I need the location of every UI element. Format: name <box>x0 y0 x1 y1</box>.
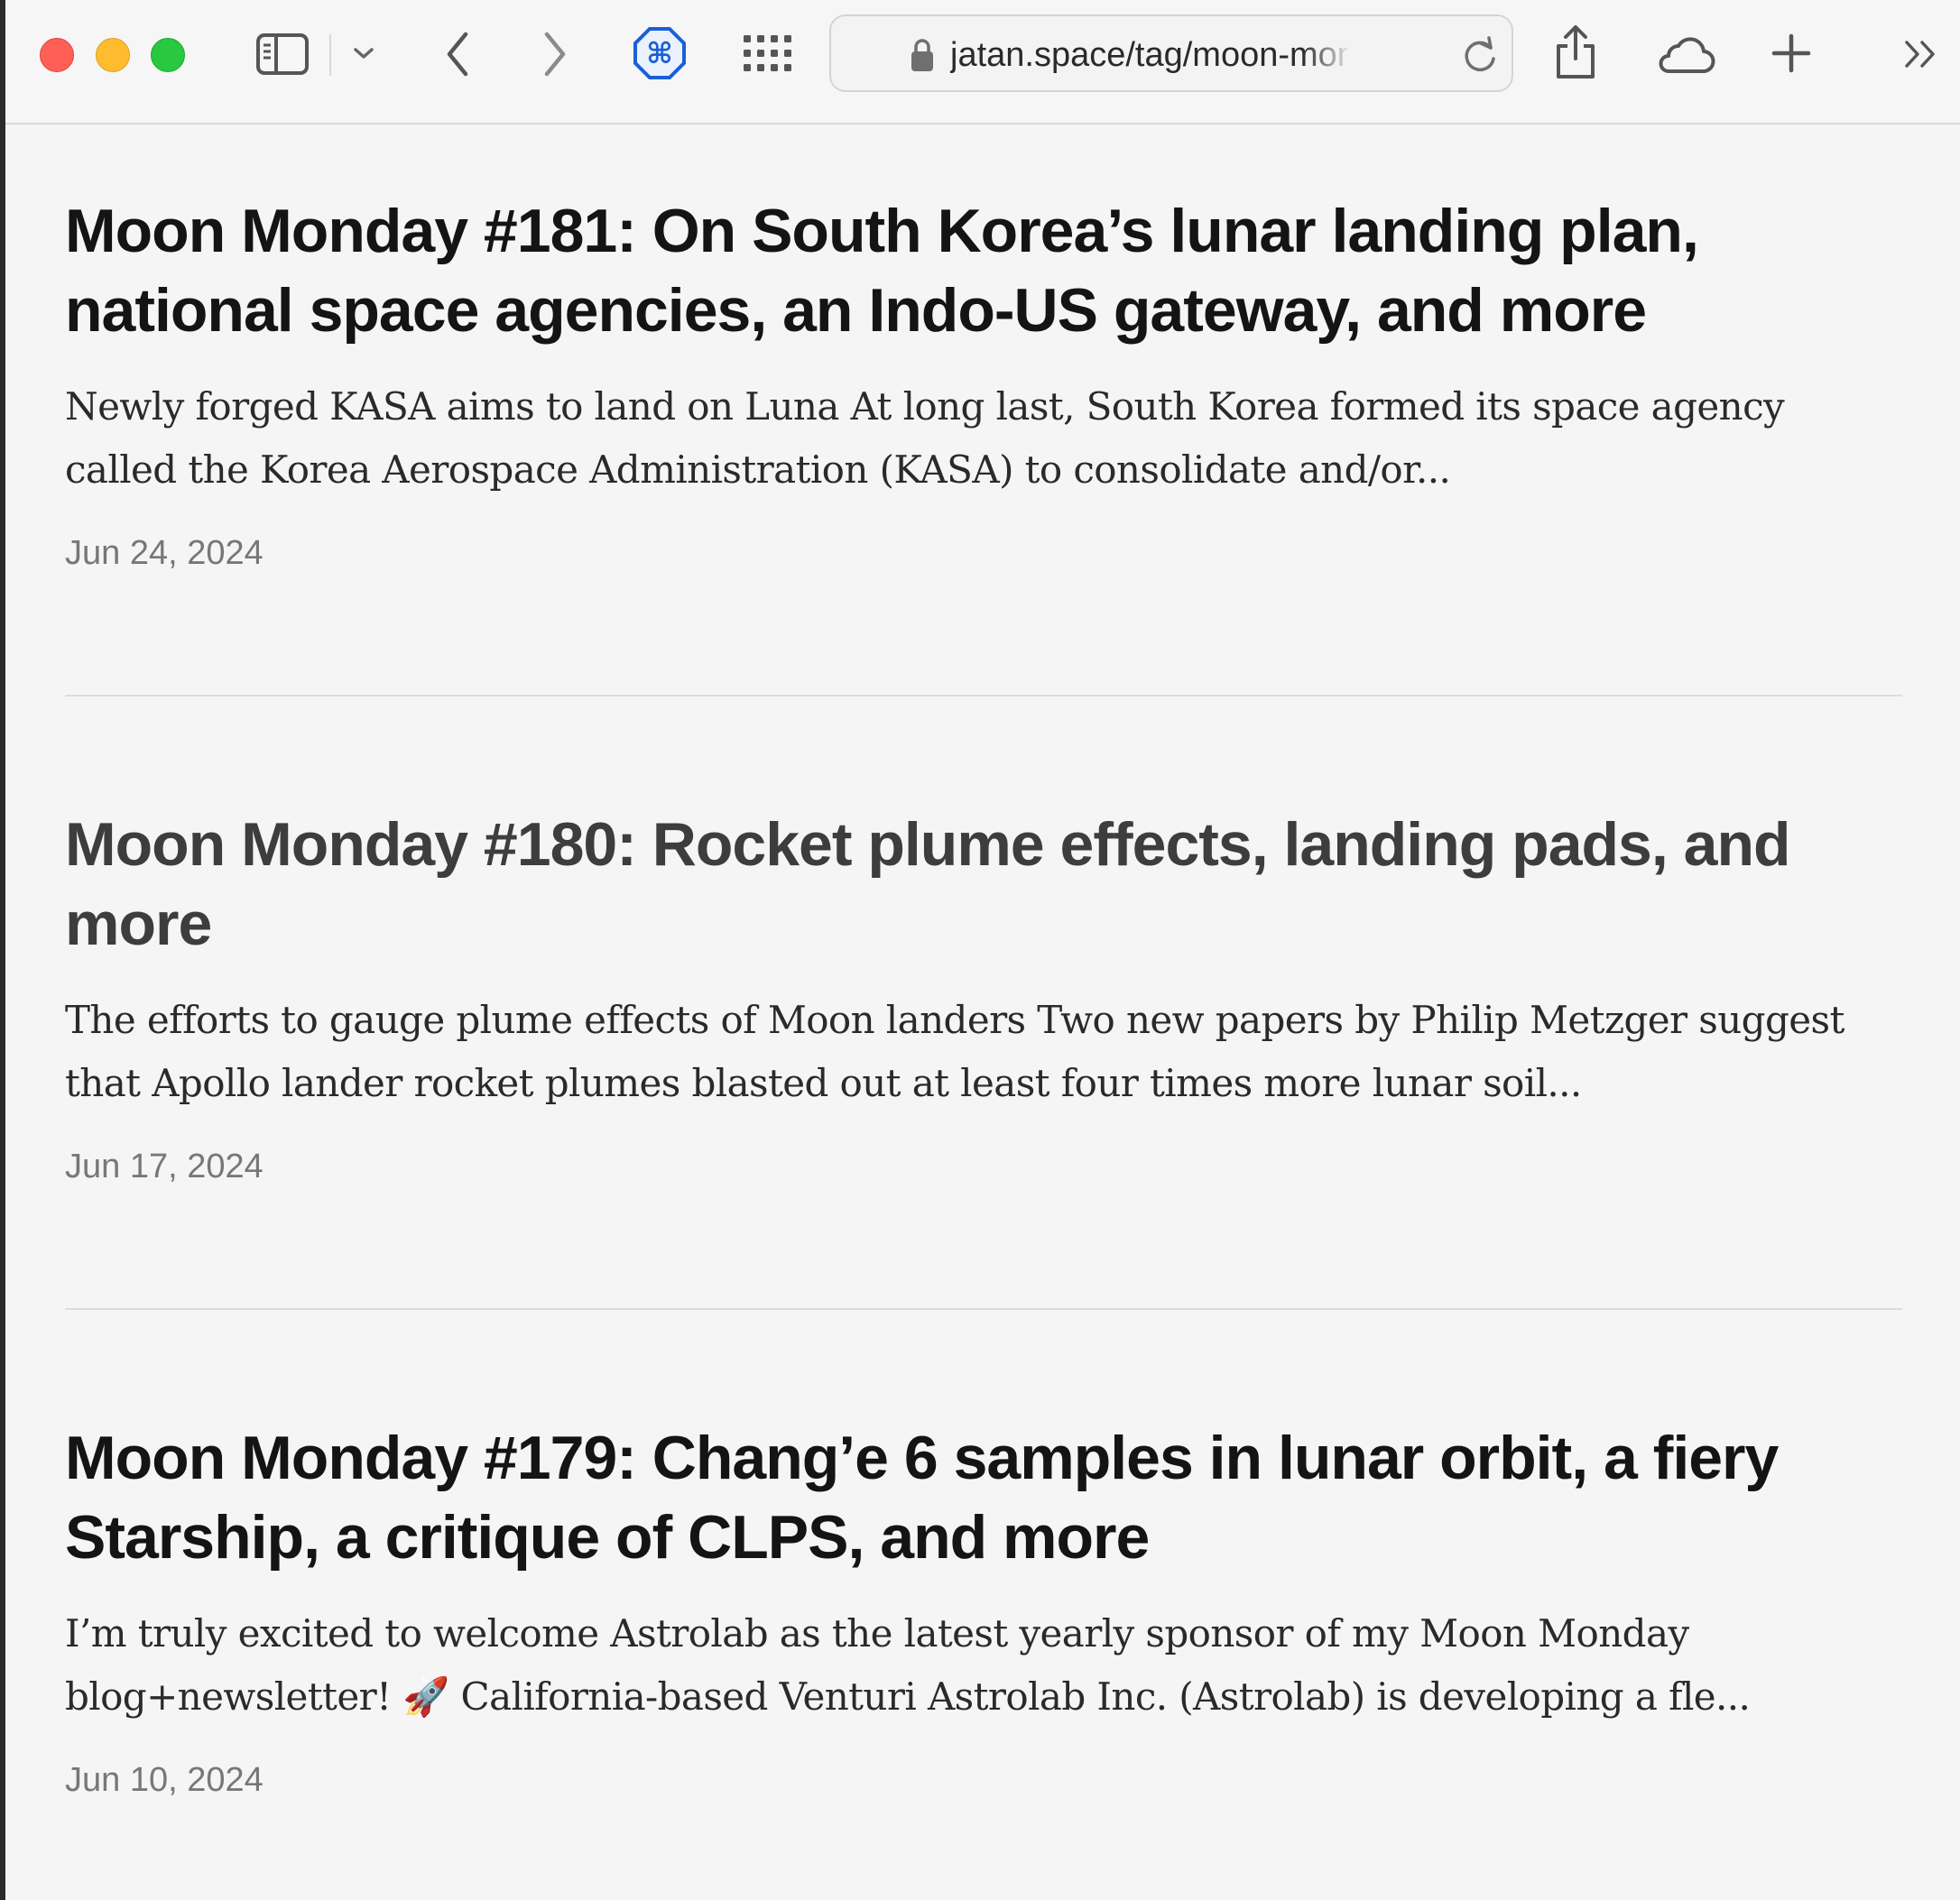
url-fade <box>1302 32 1353 78</box>
svg-text:⌘: ⌘ <box>646 36 673 70</box>
lock-icon <box>907 34 938 76</box>
reload-icon[interactable] <box>1459 34 1501 76</box>
grid-icon[interactable] <box>740 31 794 76</box>
browser-window: ⌘ jatan.space/tag/moon-monday/ <box>5 0 1960 1900</box>
toolbar-separator <box>329 34 331 76</box>
post-divider <box>65 695 1902 696</box>
close-window-button[interactable] <box>40 38 74 72</box>
minimize-window-button[interactable] <box>96 38 130 72</box>
cloud-icon[interactable] <box>1653 32 1716 76</box>
double-chevron-right-icon[interactable] <box>1900 36 1942 72</box>
chevron-down-icon[interactable] <box>348 40 379 67</box>
post-date: Jun 24, 2024 <box>65 534 263 572</box>
share-icon[interactable] <box>1550 23 1601 81</box>
sidebar-icon[interactable] <box>253 29 312 79</box>
chevron-left-icon[interactable] <box>437 27 478 81</box>
post-card[interactable]: Moon Monday #179: Chang’e 6 samples in l… <box>65 1418 1902 1800</box>
post-card[interactable]: Moon Monday #180: Rocket plume effects, … <box>65 805 1902 1186</box>
post-title[interactable]: Moon Monday #180: Rocket plume effects, … <box>65 805 1902 964</box>
plus-icon[interactable] <box>1769 31 1814 76</box>
address-bar[interactable]: jatan.space/tag/moon-monday/ <box>829 14 1513 92</box>
post-excerpt: I’m truly excited to welcome Astrolab as… <box>65 1611 1751 1719</box>
post-divider <box>65 1308 1902 1310</box>
zoom-window-button[interactable] <box>151 38 185 72</box>
post-title[interactable]: Moon Monday #179: Chang’e 6 samples in l… <box>65 1418 1902 1577</box>
post-card[interactable]: Moon Monday #181: On South Korea’s lunar… <box>65 191 1902 573</box>
chevron-right-icon[interactable] <box>534 27 576 81</box>
command-key-icon[interactable]: ⌘ <box>632 25 688 81</box>
post-date: Jun 17, 2024 <box>65 1148 263 1185</box>
post-excerpt: The efforts to gauge plume effects of Mo… <box>65 998 1844 1105</box>
post-title[interactable]: Moon Monday #181: On South Korea’s lunar… <box>65 191 1902 350</box>
post-excerpt: Newly forged KASA aims to land on Luna A… <box>65 384 1785 492</box>
post-date: Jun 10, 2024 <box>65 1761 263 1799</box>
browser-toolbar: ⌘ jatan.space/tag/moon-monday/ <box>5 0 1960 125</box>
address-bar-url: jatan.space/tag/moon-monday/ <box>950 36 1347 74</box>
